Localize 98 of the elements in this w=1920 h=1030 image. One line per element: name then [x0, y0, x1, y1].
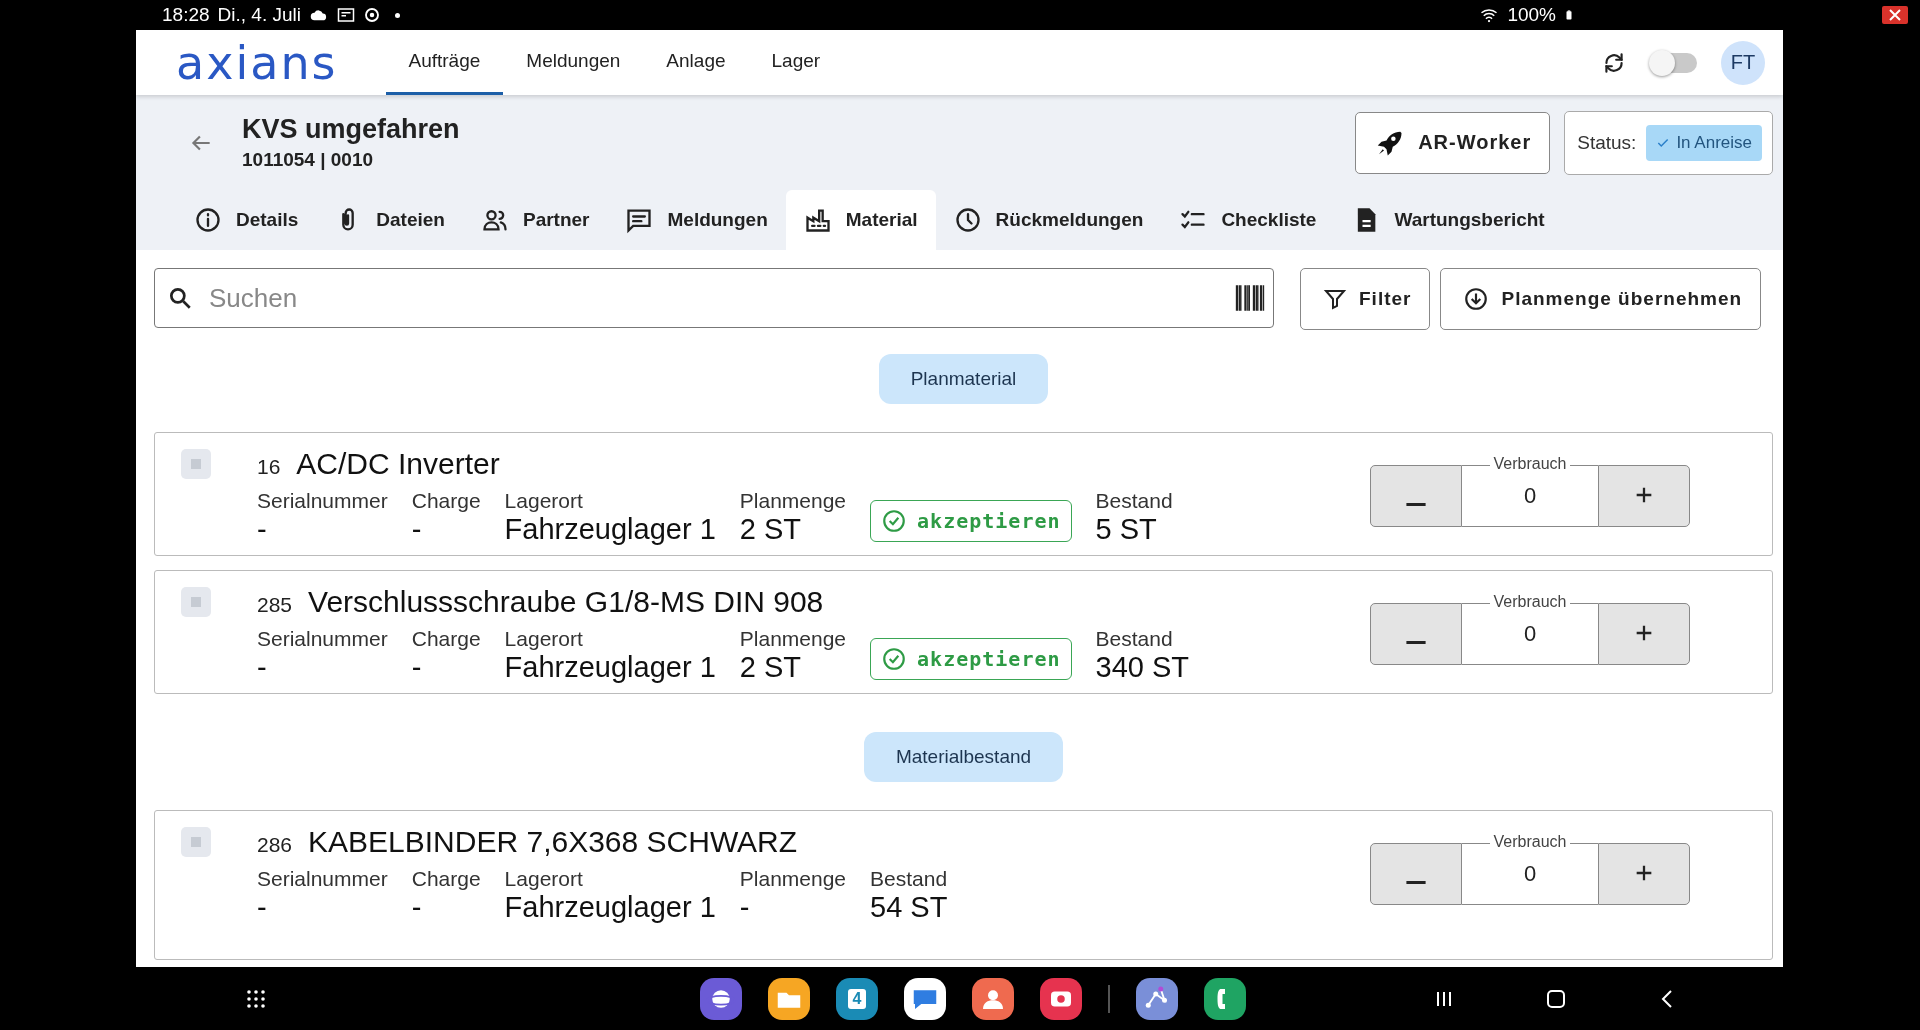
- field-label: Bestand: [870, 867, 948, 891]
- plus-button[interactable]: [1598, 603, 1690, 665]
- news-icon: [336, 6, 355, 24]
- user-avatar[interactable]: FT: [1721, 40, 1765, 85]
- status-label: Status:: [1577, 131, 1637, 154]
- checkbox[interactable]: [181, 587, 211, 617]
- filter-button[interactable]: Filter: [1300, 268, 1431, 330]
- field-value: 2 ST: [739, 513, 803, 546]
- download-circle-icon: [1463, 286, 1490, 312]
- field-label: Lagerort: [504, 489, 584, 513]
- planet-app-icon[interactable]: [700, 977, 742, 1020]
- accept-button[interactable]: akzeptieren: [870, 638, 1072, 680]
- material-name: Verschlussschraube G1/8-MS DIN 908: [308, 585, 824, 619]
- minus-button[interactable]: [1370, 603, 1462, 665]
- order-number: 1011054 | 0010: [242, 149, 375, 171]
- wifi-icon: [1479, 6, 1500, 24]
- camera-app-icon[interactable]: [1040, 977, 1082, 1020]
- contacts-app-icon[interactable]: [972, 977, 1014, 1020]
- network-app-icon[interactable]: [1136, 977, 1178, 1020]
- field-label: Serialnummer: [257, 489, 388, 513]
- minus-icon: [1406, 641, 1426, 644]
- field-label: Charge: [411, 867, 481, 891]
- close-icon[interactable]: [1882, 6, 1908, 24]
- field-label: Serialnummer: [257, 627, 388, 651]
- tab[interactable]: Material: [785, 190, 936, 250]
- field-value: Fahrzeuglager 1: [504, 651, 716, 684]
- material-name: AC/DC Inverter: [296, 447, 500, 481]
- field-value: 2 ST: [739, 651, 803, 684]
- field-label: Charge: [411, 489, 481, 513]
- field-value: -: [739, 891, 751, 924]
- field-value: -: [257, 651, 268, 684]
- search-bar[interactable]: Suchen: [154, 268, 1274, 328]
- material-number: 16: [257, 455, 281, 479]
- notification-dot: [394, 12, 400, 18]
- order-title: KVS umgefahren: [242, 114, 461, 145]
- plus-button[interactable]: [1598, 843, 1690, 905]
- message-app-icon[interactable]: [904, 977, 946, 1020]
- check-circle-icon: [881, 508, 908, 534]
- tab[interactable]: Wartungsbericht: [1334, 190, 1563, 250]
- material-name: KABELBINDER 7,6X368 SCHWARZ: [308, 825, 798, 859]
- nav-tab[interactable]: Lager: [748, 30, 844, 95]
- field-value: Fahrzeuglager 1: [504, 891, 716, 924]
- section-heading: Materialbestand: [863, 732, 1064, 782]
- field-value: -: [411, 513, 423, 546]
- checkbox[interactable]: [181, 449, 211, 479]
- info-icon: [194, 206, 222, 234]
- nav-tab[interactable]: Anlage: [643, 30, 749, 95]
- filter-icon: [1323, 287, 1347, 311]
- tab[interactable]: Partner: [462, 190, 608, 250]
- minus-icon: [1406, 503, 1426, 506]
- field-label: Charge: [411, 627, 481, 651]
- minus-button[interactable]: [1370, 843, 1462, 905]
- field-label: Bestand: [1095, 627, 1174, 651]
- section-heading: Planmaterial: [878, 354, 1049, 404]
- field-label: Planmenge: [739, 627, 847, 651]
- nav-tab[interactable]: Meldungen: [503, 30, 644, 95]
- field-value: -: [411, 891, 423, 924]
- field-value: -: [257, 891, 268, 924]
- minus-button[interactable]: [1370, 465, 1462, 527]
- calendar-app-icon[interactable]: 4: [836, 977, 878, 1020]
- tab[interactable]: Meldungen: [607, 190, 786, 250]
- tab[interactable]: Details: [176, 190, 317, 250]
- field-value: 5 ST: [1095, 513, 1158, 546]
- material-number: 285: [257, 593, 293, 617]
- material-number: 286: [257, 833, 293, 857]
- check-circle-icon: [881, 646, 908, 672]
- status-chip[interactable]: In Anreise: [1646, 124, 1762, 161]
- tab[interactable]: Checkliste: [1161, 190, 1335, 250]
- field-value: Fahrzeuglager 1: [504, 513, 716, 546]
- sync-circle-icon: [362, 6, 381, 24]
- field-label: Lagerort: [504, 627, 584, 651]
- tab[interactable]: Rückmeldungen: [935, 190, 1162, 250]
- status-time: 18:28: [162, 4, 210, 26]
- field-label: Bestand: [1095, 489, 1173, 513]
- minus-icon: [1406, 881, 1426, 884]
- battery-level: 100%: [1507, 4, 1556, 26]
- search-field[interactable]: Suchen: [207, 281, 1219, 315]
- field-value: 54 ST: [870, 891, 948, 924]
- folder-app-icon[interactable]: [768, 977, 810, 1020]
- field-label: Lagerort: [504, 867, 584, 891]
- ar-worker-button[interactable]: AR-Worker: [1355, 111, 1551, 174]
- toggle-switch[interactable]: [1651, 52, 1697, 73]
- plus-button[interactable]: [1598, 465, 1690, 527]
- field-value: -: [257, 513, 268, 546]
- search-icon: [167, 285, 193, 311]
- field-value: 340 ST: [1095, 651, 1189, 684]
- field-value: -: [411, 651, 423, 684]
- field-label: Planmenge: [739, 867, 847, 891]
- accept-button[interactable]: akzeptieren: [870, 500, 1072, 542]
- logo: axians: [176, 39, 338, 86]
- clock-icon: [953, 206, 982, 234]
- checkbox[interactable]: [181, 827, 211, 857]
- tab[interactable]: Dateien: [316, 190, 463, 250]
- take-over-button[interactable]: Planmenge übernehmen: [1440, 268, 1762, 330]
- phone-app-icon[interactable]: [1204, 977, 1246, 1020]
- field-label: Serialnummer: [257, 867, 388, 891]
- status-date: Di., 4. Juli: [217, 4, 301, 26]
- field-label: Planmenge: [739, 489, 847, 513]
